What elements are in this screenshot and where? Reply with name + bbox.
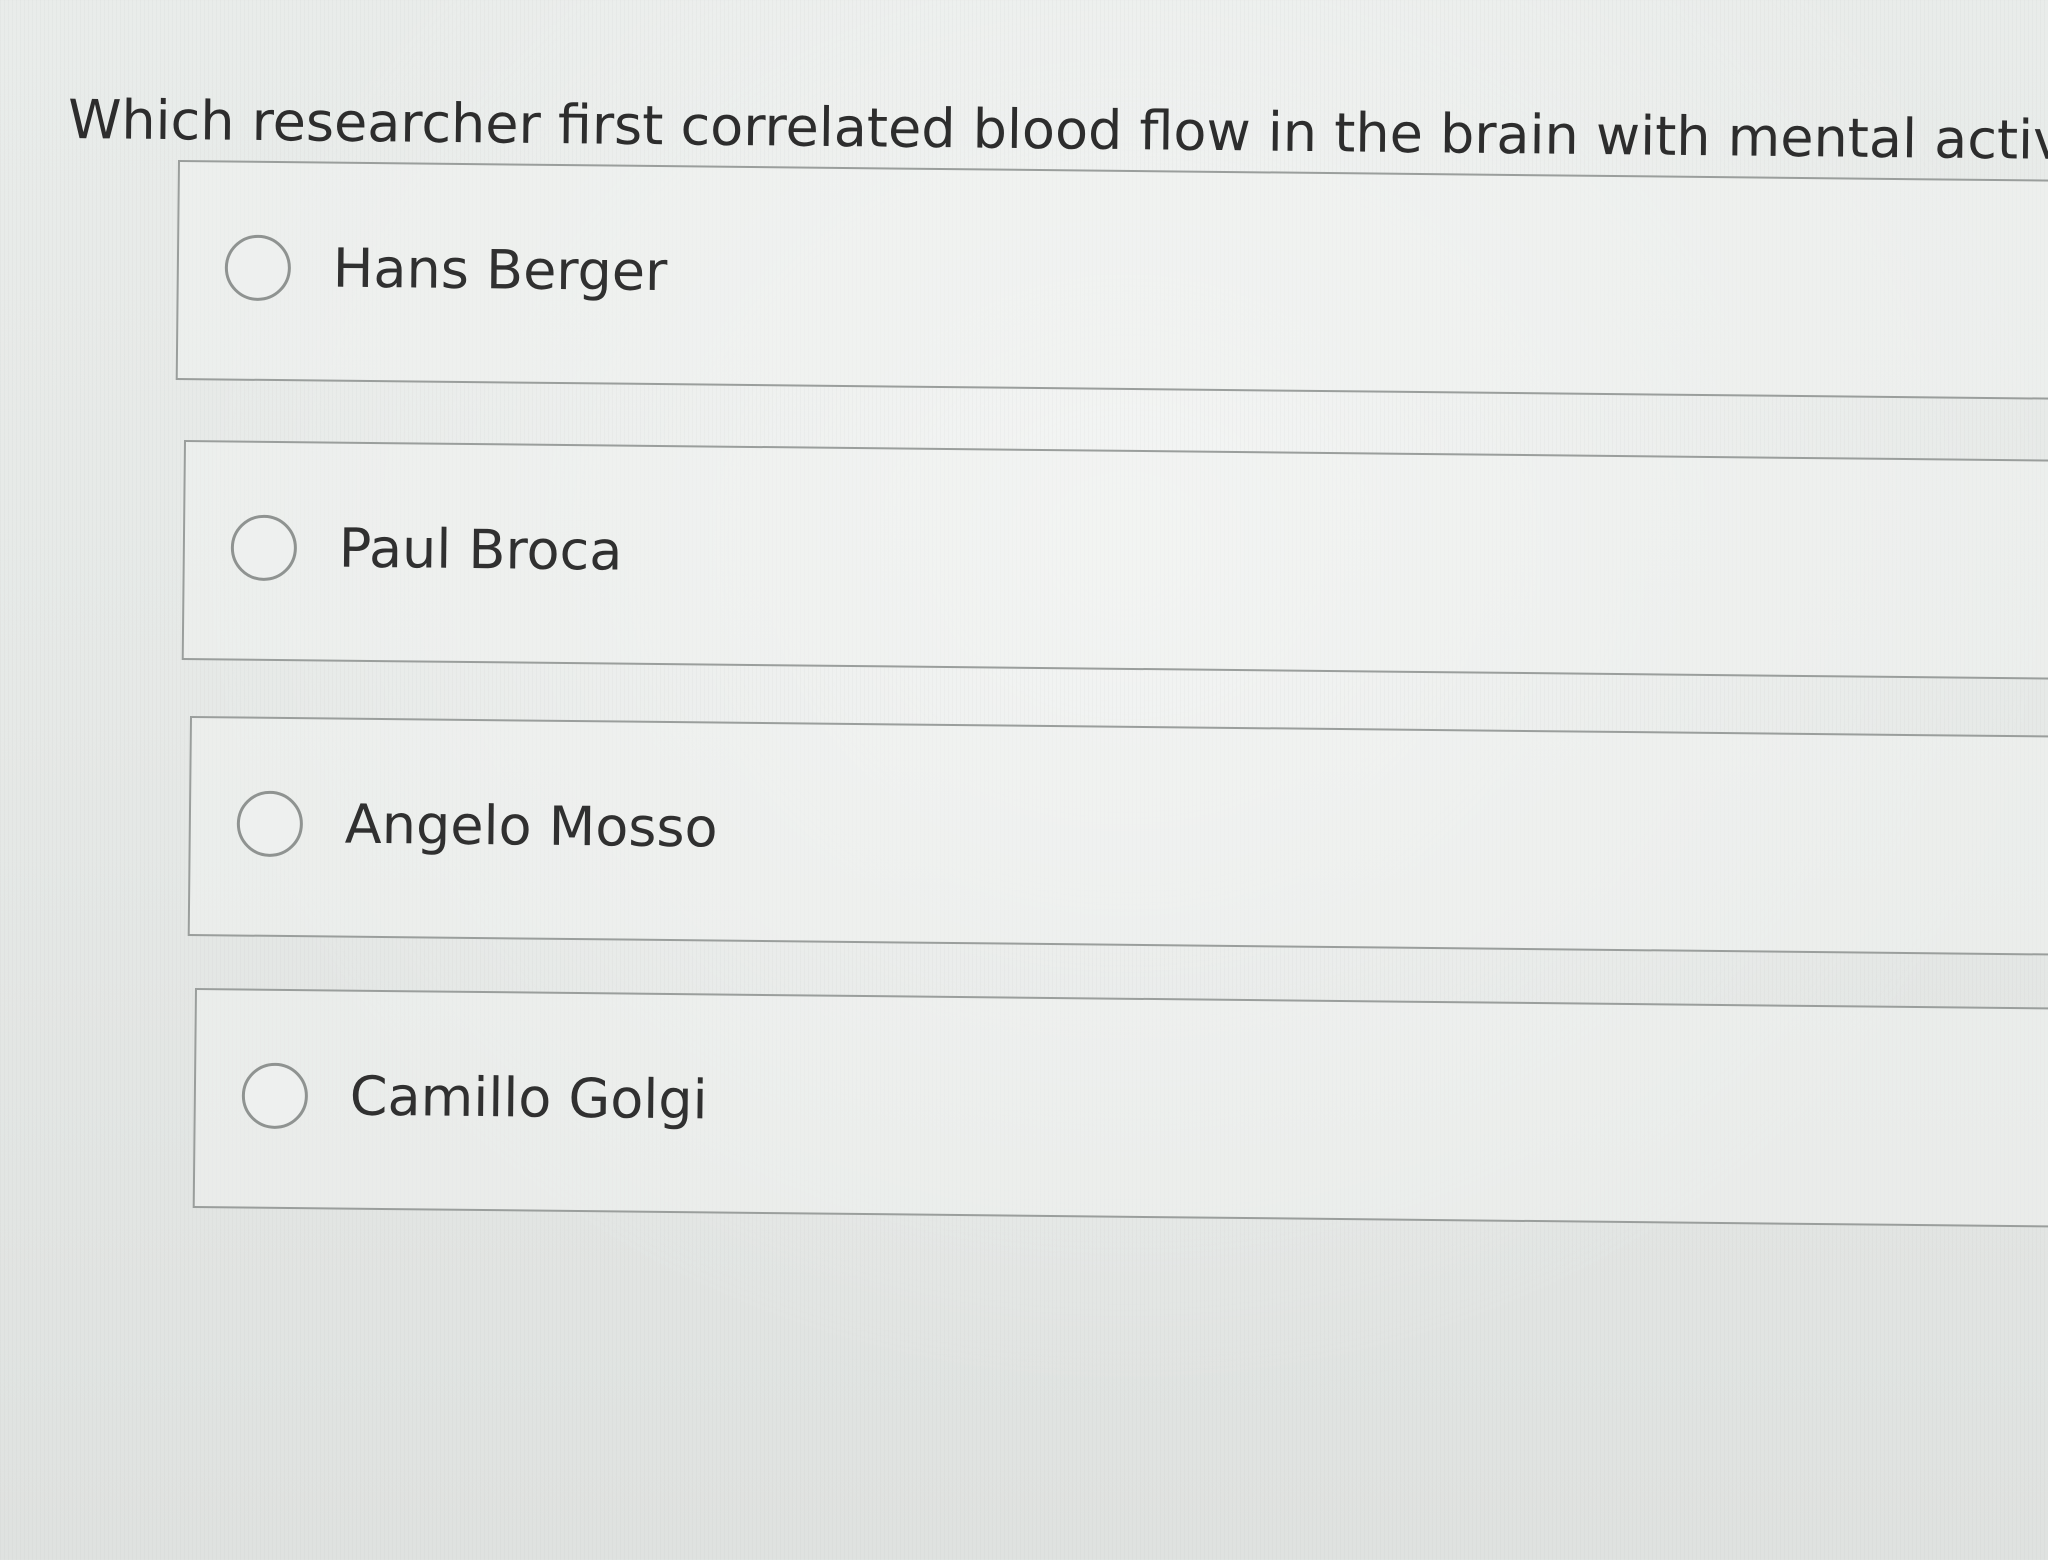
option-camillo-golgi[interactable]: Camillo Golgi <box>192 988 2048 1228</box>
option-label: Camillo Golgi <box>349 1064 708 1132</box>
radio-button[interactable] <box>230 514 298 582</box>
radio-button[interactable] <box>236 790 304 858</box>
option-angelo-mosso[interactable]: Angelo Mosso <box>187 716 2048 956</box>
option-hans-berger[interactable]: Hans Berger <box>175 160 2048 400</box>
option-paul-broca[interactable]: Paul Broca <box>181 440 2048 680</box>
option-label: Paul Broca <box>338 516 623 583</box>
option-label: Angelo Mosso <box>344 792 718 860</box>
radio-button[interactable] <box>224 234 292 302</box>
radio-button[interactable] <box>241 1062 309 1130</box>
option-label: Hans Berger <box>332 236 668 304</box>
answer-options: Hans Berger Paul Broca Angelo Mosso Cami… <box>0 0 2048 1560</box>
